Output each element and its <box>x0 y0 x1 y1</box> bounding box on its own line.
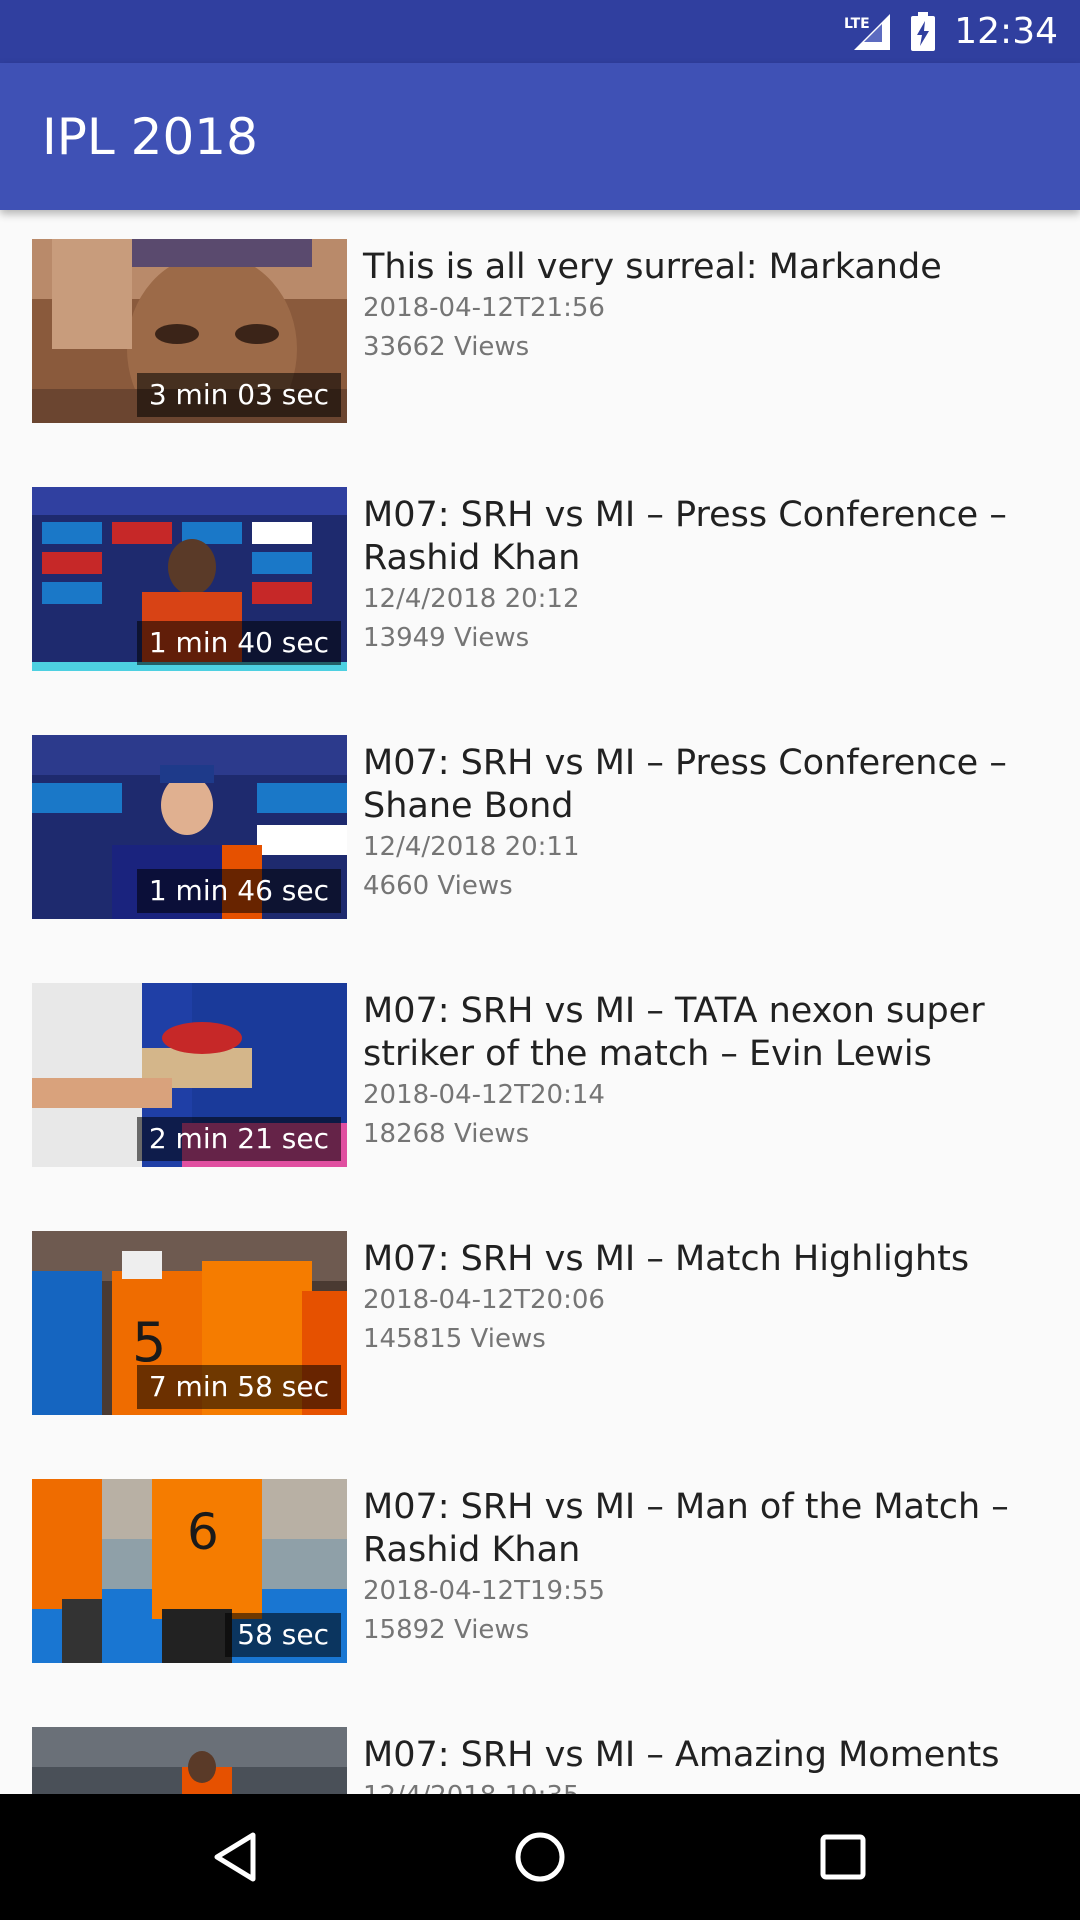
video-views: 145815 Views <box>363 1324 546 1354</box>
video-duration: 1 min 40 sec <box>136 621 341 665</box>
video-thumbnail[interactable]: 3 min 03 sec <box>32 239 347 423</box>
video-list[interactable]: 3 min 03 sec This is all very surreal: M… <box>0 210 1080 1794</box>
video-list-item[interactable]: 5 7 min 58 sec M07: SRH vs MI – Match Hi… <box>0 1202 1080 1450</box>
video-date: 2018-04-12T19:55 <box>363 1576 605 1606</box>
video-duration: 2 min 21 sec <box>136 1117 341 1161</box>
home-circle-icon[interactable] <box>510 1827 570 1887</box>
svg-text:6: 6 <box>187 1503 219 1561</box>
recents-square-icon[interactable] <box>813 1827 873 1887</box>
video-date: 2018-04-12T20:06 <box>363 1285 605 1315</box>
video-views: 13949 Views <box>363 623 530 653</box>
video-date: 12/4/2018 20:11 <box>363 832 580 862</box>
app-bar: IPL 2018 <box>0 63 1080 210</box>
battery-charging-icon <box>911 11 936 51</box>
video-thumbnail[interactable]: 6 58 sec <box>32 1479 347 1663</box>
video-duration: 3 min 03 sec <box>136 373 341 417</box>
video-thumbnail[interactable]: 1 min 46 sec <box>32 735 347 919</box>
back-triangle-icon[interactable] <box>205 1827 265 1887</box>
video-date: 12/4/2018 20:12 <box>363 584 580 614</box>
thumbnail-image <box>32 1727 347 1794</box>
video-date: 2018-04-12T20:14 <box>363 1080 605 1110</box>
video-title: M07: SRH vs MI – Press Conference – Rash… <box>363 495 1007 578</box>
video-thumbnail[interactable]: 2 min 21 sec <box>32 983 347 1167</box>
video-views: 15892 Views <box>363 1615 530 1645</box>
video-title: M07: SRH vs MI – Man of the Match – Rash… <box>363 1487 1009 1570</box>
video-list-item[interactable]: 3 min 03 sec This is all very surreal: M… <box>0 210 1080 458</box>
video-title: This is all very surreal: Markande <box>363 247 942 287</box>
video-thumbnail[interactable] <box>32 1727 347 1794</box>
video-views: 18268 Views <box>363 1119 530 1149</box>
video-list-item[interactable]: 1 min 46 sec M07: SRH vs MI – Press Conf… <box>0 706 1080 954</box>
video-title: M07: SRH vs MI – Press Conference – Shan… <box>363 743 1007 826</box>
video-thumbnail[interactable]: 1 min 40 sec <box>32 487 347 671</box>
video-duration: 7 min 58 sec <box>136 1365 341 1409</box>
video-title: M07: SRH vs MI – TATA nexon super strike… <box>363 991 985 1074</box>
video-list-item[interactable]: 2 min 21 sec M07: SRH vs MI – TATA nexon… <box>0 954 1080 1202</box>
video-date: 2018-04-12T21:56 <box>363 293 605 323</box>
status-time: 12:34 <box>954 11 1058 52</box>
video-thumbnail[interactable]: 5 7 min 58 sec <box>32 1231 347 1415</box>
video-list-item[interactable]: 1 min 40 sec M07: SRH vs MI – Press Conf… <box>0 458 1080 706</box>
video-duration: 1 min 46 sec <box>136 869 341 913</box>
video-title: M07: SRH vs MI – Amazing Moments <box>363 1735 1000 1775</box>
lte-signal-icon: LTE <box>844 13 891 50</box>
video-title: M07: SRH vs MI – Match Highlights <box>363 1239 970 1279</box>
status-bar: LTE 12:34 <box>0 0 1080 63</box>
video-date: 12/4/2018 19:35 <box>363 1777 1063 1794</box>
svg-text:LTE: LTE <box>844 16 870 32</box>
video-list-item[interactable]: 6 58 sec M07: SRH vs MI – Man of the Mat… <box>0 1450 1080 1698</box>
app-title: IPL 2018 <box>42 108 258 166</box>
video-duration: 58 sec <box>225 1613 341 1657</box>
video-list-item[interactable]: M07: SRH vs MI – Amazing Moments 12/4/20… <box>0 1698 1080 1794</box>
video-views: 33662 Views <box>363 332 530 362</box>
navigation-bar <box>0 1794 1080 1920</box>
video-views: 4660 Views <box>363 871 513 901</box>
